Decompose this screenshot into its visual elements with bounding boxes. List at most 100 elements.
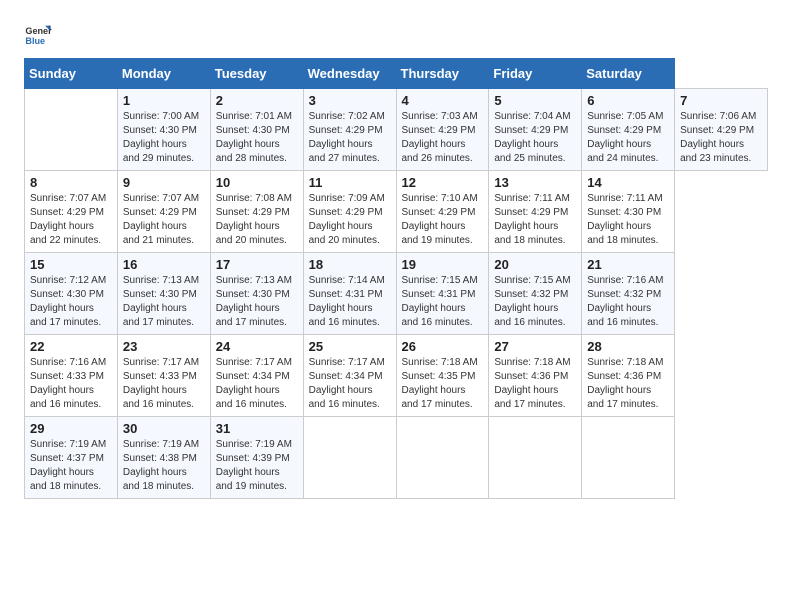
day-number: 1	[123, 93, 205, 108]
day-info: Sunrise: 7:07 AMSunset: 4:29 PMDaylight …	[30, 193, 106, 246]
calendar-day-cell	[582, 417, 675, 499]
day-number: 26	[402, 339, 484, 354]
weekday-header: Saturday	[582, 59, 675, 89]
day-number: 14	[587, 175, 669, 190]
weekday-header: Wednesday	[303, 59, 396, 89]
calendar-day-cell: 14 Sunrise: 7:11 AMSunset: 4:30 PMDayligh…	[582, 171, 675, 253]
day-info: Sunrise: 7:02 AMSunset: 4:29 PMDaylight …	[309, 111, 385, 164]
day-info: Sunrise: 7:14 AMSunset: 4:31 PMDaylight …	[309, 275, 385, 328]
day-info: Sunrise: 7:07 AMSunset: 4:29 PMDaylight …	[123, 193, 199, 246]
calendar-day-cell: 16Sunrise: 7:13 AMSunset: 4:30 PMDayligh…	[117, 253, 210, 335]
day-info: Sunrise: 7:19 AMSunset: 4:37 PMDaylight …	[30, 439, 106, 492]
calendar-day-cell: 13 Sunrise: 7:11 AMSunset: 4:29 PMDayligh…	[489, 171, 582, 253]
day-info: Sunrise: 7:18 AMSunset: 4:36 PMDaylight …	[587, 357, 663, 410]
day-number: 30	[123, 421, 205, 436]
day-number: 21	[587, 257, 669, 272]
calendar-day-cell: 30 Sunrise: 7:19 AMSunset: 4:38 PMDayligh…	[117, 417, 210, 499]
day-info: Sunrise: 7:01 AMSunset: 4:30 PMDaylight …	[216, 111, 292, 164]
day-info: Sunrise: 7:10 AMSunset: 4:29 PMDaylight …	[402, 193, 478, 246]
day-number: 28	[587, 339, 669, 354]
day-number: 18	[309, 257, 391, 272]
calendar-day-cell: 8 Sunrise: 7:07 AMSunset: 4:29 PMDaylight…	[25, 171, 118, 253]
day-info: Sunrise: 7:00 AMSunset: 4:30 PMDaylight …	[123, 111, 199, 164]
day-number: 8	[30, 175, 112, 190]
calendar-day-cell: 24 Sunrise: 7:17 AMSunset: 4:34 PMDayligh…	[210, 335, 303, 417]
day-number: 27	[494, 339, 576, 354]
day-info: Sunrise: 7:15 AMSunset: 4:32 PMDaylight …	[494, 275, 570, 328]
calendar-day-cell: 2 Sunrise: 7:01 AMSunset: 4:30 PMDaylight…	[210, 89, 303, 171]
day-number: 17	[216, 257, 298, 272]
calendar-day-cell: 26 Sunrise: 7:18 AMSunset: 4:35 PMDayligh…	[396, 335, 489, 417]
day-info: Sunrise: 7:11 AMSunset: 4:30 PMDaylight …	[587, 193, 662, 246]
calendar-day-cell: 27 Sunrise: 7:18 AMSunset: 4:36 PMDayligh…	[489, 335, 582, 417]
calendar-day-cell: 4 Sunrise: 7:03 AMSunset: 4:29 PMDaylight…	[396, 89, 489, 171]
day-info: Sunrise: 7:05 AMSunset: 4:29 PMDaylight …	[587, 111, 663, 164]
weekday-header: Friday	[489, 59, 582, 89]
calendar-day-cell: 10 Sunrise: 7:08 AMSunset: 4:29 PMDayligh…	[210, 171, 303, 253]
day-number: 12	[402, 175, 484, 190]
day-info: Sunrise: 7:18 AMSunset: 4:35 PMDaylight …	[402, 357, 478, 410]
day-info: Sunrise: 7:18 AMSunset: 4:36 PMDaylight …	[494, 357, 570, 410]
day-number: 11	[309, 175, 391, 190]
calendar-day-cell: 1 Sunrise: 7:00 AMSunset: 4:30 PMDaylight…	[117, 89, 210, 171]
calendar-day-cell: 22 Sunrise: 7:16 AMSunset: 4:33 PMDayligh…	[25, 335, 118, 417]
weekday-header: Thursday	[396, 59, 489, 89]
calendar-week-row: 1 Sunrise: 7:00 AMSunset: 4:30 PMDaylight…	[25, 89, 768, 171]
calendar-table: SundayMondayTuesdayWednesdayThursdayFrid…	[24, 58, 768, 499]
calendar-week-row: 8 Sunrise: 7:07 AMSunset: 4:29 PMDaylight…	[25, 171, 768, 253]
calendar-day-cell	[489, 417, 582, 499]
day-number: 19	[402, 257, 484, 272]
day-number: 6	[587, 93, 669, 108]
calendar-week-row: 22 Sunrise: 7:16 AMSunset: 4:33 PMDayligh…	[25, 335, 768, 417]
day-info: Sunrise: 7:17 AMSunset: 4:34 PMDaylight …	[216, 357, 292, 410]
day-info: Sunrise: 7:04 AMSunset: 4:29 PMDaylight …	[494, 111, 570, 164]
calendar-day-cell: 3 Sunrise: 7:02 AMSunset: 4:29 PMDaylight…	[303, 89, 396, 171]
weekday-header: Sunday	[25, 59, 118, 89]
calendar-day-cell: 5Sunrise: 7:04 AMSunset: 4:29 PMDaylight…	[489, 89, 582, 171]
day-number: 23	[123, 339, 205, 354]
day-number: 7	[680, 93, 762, 108]
calendar-day-cell: 23 Sunrise: 7:17 AMSunset: 4:33 PMDayligh…	[117, 335, 210, 417]
calendar-day-cell: 31 Sunrise: 7:19 AMSunset: 4:39 PMDayligh…	[210, 417, 303, 499]
day-info: Sunrise: 7:17 AMSunset: 4:33 PMDaylight …	[123, 357, 199, 410]
calendar-day-cell: 20 Sunrise: 7:15 AMSunset: 4:32 PMDayligh…	[489, 253, 582, 335]
day-number: 3	[309, 93, 391, 108]
day-number: 9	[123, 175, 205, 190]
day-info: Sunrise: 7:15 AMSunset: 4:31 PMDaylight …	[402, 275, 478, 328]
day-number: 2	[216, 93, 298, 108]
calendar-day-cell: 17 Sunrise: 7:13 AMSunset: 4:30 PMDayligh…	[210, 253, 303, 335]
day-info: Sunrise: 7:11 AMSunset: 4:29 PMDaylight …	[494, 193, 569, 246]
calendar-day-cell: 29Sunrise: 7:19 AMSunset: 4:37 PMDayligh…	[25, 417, 118, 499]
day-info: Sunrise: 7:13 AMSunset: 4:30 PMDaylight …	[216, 275, 292, 328]
day-info: Sunrise: 7:16 AMSunset: 4:32 PMDaylight …	[587, 275, 663, 328]
day-info: Sunrise: 7:12 AMSunset: 4:30 PMDaylight …	[30, 275, 106, 328]
calendar-day-cell: 9 Sunrise: 7:07 AMSunset: 4:29 PMDaylight…	[117, 171, 210, 253]
day-number: 13	[494, 175, 576, 190]
header: General Blue	[24, 20, 768, 48]
calendar-day-cell: 25Sunrise: 7:17 AMSunset: 4:34 PMDayligh…	[303, 335, 396, 417]
day-info: Sunrise: 7:19 AMSunset: 4:38 PMDaylight …	[123, 439, 199, 492]
weekday-header-row: SundayMondayTuesdayWednesdayThursdayFrid…	[25, 59, 768, 89]
calendar-day-cell: 7Sunrise: 7:06 AMSunset: 4:29 PMDaylight…	[675, 89, 768, 171]
day-info: Sunrise: 7:09 AMSunset: 4:29 PMDaylight …	[309, 193, 385, 246]
calendar-day-cell	[303, 417, 396, 499]
logo-icon: General Blue	[24, 20, 52, 48]
weekday-header: Tuesday	[210, 59, 303, 89]
day-number: 22	[30, 339, 112, 354]
svg-text:Blue: Blue	[25, 36, 45, 46]
day-number: 15	[30, 257, 112, 272]
day-info: Sunrise: 7:03 AMSunset: 4:29 PMDaylight …	[402, 111, 478, 164]
logo: General Blue	[24, 20, 52, 48]
day-number: 4	[402, 93, 484, 108]
day-info: Sunrise: 7:16 AMSunset: 4:33 PMDaylight …	[30, 357, 106, 410]
day-number: 25	[309, 339, 391, 354]
day-number: 24	[216, 339, 298, 354]
day-number: 31	[216, 421, 298, 436]
day-number: 10	[216, 175, 298, 190]
day-number: 20	[494, 257, 576, 272]
calendar-day-cell: 6 Sunrise: 7:05 AMSunset: 4:29 PMDaylight…	[582, 89, 675, 171]
day-info: Sunrise: 7:19 AMSunset: 4:39 PMDaylight …	[216, 439, 292, 492]
calendar-day-cell: 19 Sunrise: 7:15 AMSunset: 4:31 PMDayligh…	[396, 253, 489, 335]
day-info: Sunrise: 7:13 AMSunset: 4:30 PMDaylight …	[123, 275, 199, 328]
day-info: Sunrise: 7:08 AMSunset: 4:29 PMDaylight …	[216, 193, 292, 246]
